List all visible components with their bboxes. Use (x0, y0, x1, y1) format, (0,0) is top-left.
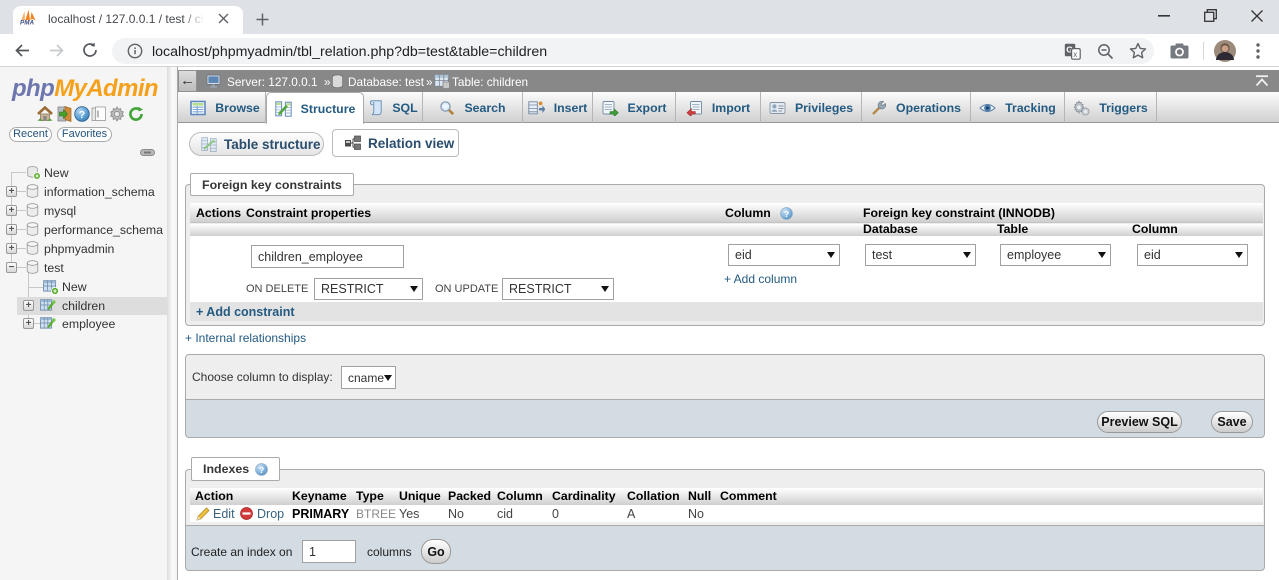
svg-text:PMA: PMA (20, 20, 34, 26)
svg-text:?: ? (79, 109, 85, 121)
svg-text:?: ? (259, 465, 264, 475)
svg-text:?: ? (784, 209, 789, 219)
svg-text:x: x (1073, 50, 1077, 59)
